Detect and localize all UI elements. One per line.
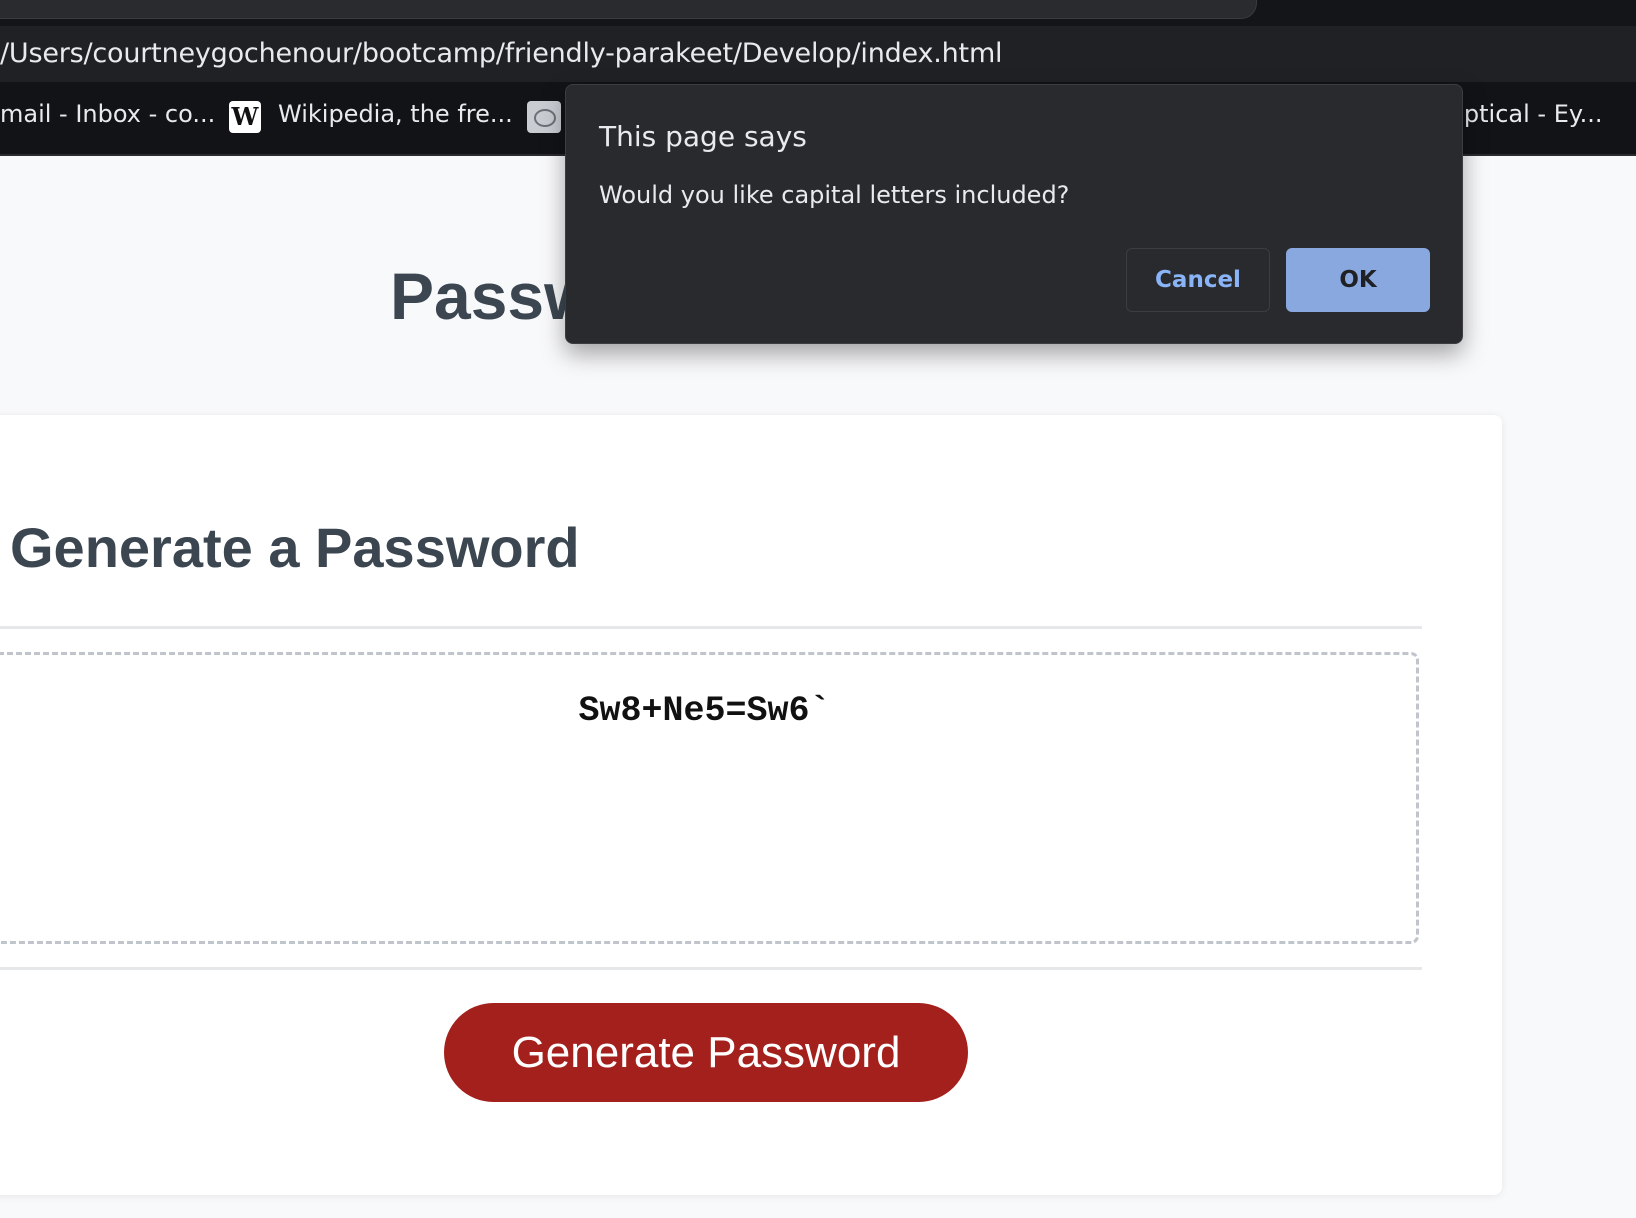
wikipedia-icon[interactable]: W [229, 101, 261, 133]
bookmark-wikipedia[interactable]: Wikipedia, the fre... [278, 100, 513, 128]
url-text[interactable]: /Users/courtneygochenour/bootcamp/friend… [0, 38, 1003, 69]
card-divider-bottom [0, 967, 1422, 970]
dialog-message: Would you like capital letters included? [599, 181, 1070, 209]
password-output[interactable]: Sw8+Ne5=Sw6` [0, 652, 1419, 944]
cancel-button[interactable]: Cancel [1126, 248, 1270, 312]
dialog-title: This page says [599, 120, 807, 153]
globe-icon[interactable] [527, 101, 561, 133]
tab-strip [0, 0, 1636, 26]
bookmark-optical[interactable]: Optical - Ey... [1445, 100, 1603, 128]
card-divider-top [0, 626, 1422, 629]
confirm-dialog: This page says Would you like capital le… [565, 84, 1463, 344]
card-header: Generate a Password [10, 516, 580, 579]
active-tab[interactable] [0, 0, 1257, 19]
ok-button[interactable]: OK [1286, 248, 1430, 312]
generate-password-button[interactable]: Generate Password [444, 1003, 968, 1102]
address-bar[interactable]: /Users/courtneygochenour/bootcamp/friend… [0, 26, 1636, 82]
bookmark-mail[interactable]: mail - Inbox - co... [0, 100, 215, 128]
screen: /Users/courtneygochenour/bootcamp/friend… [0, 0, 1636, 1218]
